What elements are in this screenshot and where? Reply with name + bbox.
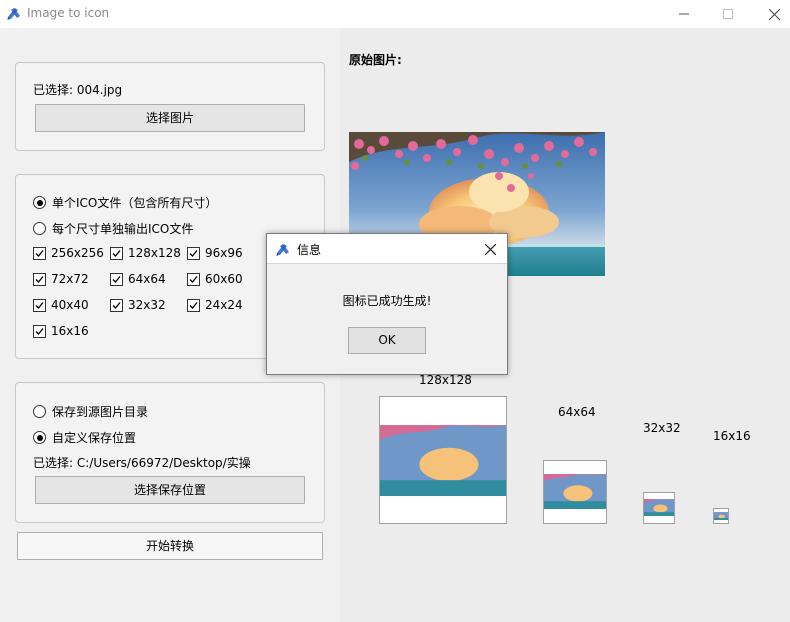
preview-thumbnail xyxy=(544,474,606,509)
original-image-title: 原始图片: xyxy=(349,53,402,67)
checkmark-icon xyxy=(189,275,198,283)
dialog-title-bar: 信息 xyxy=(267,234,507,264)
checkmark-icon xyxy=(35,275,44,283)
radio-indicator xyxy=(33,222,46,235)
radio-single-ico-label: 单个ICO文件（包含所有尺寸） xyxy=(52,196,218,210)
title-bar: Image to icon xyxy=(0,0,790,28)
checkbox-indicator xyxy=(110,246,123,260)
radio-single-ico[interactable]: 单个ICO文件（包含所有尺寸） xyxy=(33,194,217,211)
ok-button[interactable]: OK xyxy=(348,327,426,354)
source-image-group: 已选择: 004.jpg 选择图片 xyxy=(15,62,325,151)
size-checkbox-16[interactable]: 16x16 xyxy=(33,324,89,338)
radio-save-custom[interactable]: 自定义保存位置 xyxy=(33,429,136,446)
size-checkbox-72[interactable]: 72x72 xyxy=(33,272,89,286)
select-save-location-button[interactable]: 选择保存位置 xyxy=(35,476,305,504)
select-image-button[interactable]: 选择图片 xyxy=(35,104,305,132)
selected-path-label: 已选择: C:/Users/66972/Desktop/实操 xyxy=(33,456,251,470)
size-checkbox-96[interactable]: 96x96 xyxy=(187,246,243,260)
preview-label-64: 64x64 xyxy=(558,405,596,419)
size-label: 24x24 xyxy=(205,298,243,312)
checkmark-icon xyxy=(189,249,198,257)
radio-separate-ico-label: 每个尺寸单独输出ICO文件 xyxy=(52,222,194,236)
preview-thumbnail xyxy=(644,499,674,516)
checkbox-indicator xyxy=(110,272,123,286)
checkmark-icon xyxy=(112,275,121,283)
preview-thumbnail xyxy=(714,512,728,520)
size-checkbox-60[interactable]: 60x60 xyxy=(187,272,243,286)
close-icon xyxy=(484,243,496,255)
radio-separate-ico[interactable]: 每个尺寸单独输出ICO文件 xyxy=(33,220,193,237)
checkbox-indicator xyxy=(33,298,46,312)
size-checkbox-24[interactable]: 24x24 xyxy=(187,298,243,312)
checkmark-icon xyxy=(112,301,121,309)
size-label: 40x40 xyxy=(51,298,89,312)
dialog-title: 信息 xyxy=(297,243,322,257)
preview-128 xyxy=(379,396,507,524)
checkbox-indicator xyxy=(33,272,46,286)
size-label: 16x16 xyxy=(51,324,89,338)
pen-ruler-icon xyxy=(276,244,289,256)
checkbox-indicator xyxy=(110,298,123,312)
checkbox-indicator xyxy=(187,298,200,312)
radio-save-custom-label: 自定义保存位置 xyxy=(52,431,137,445)
checkbox-indicator xyxy=(33,324,46,338)
size-checkbox-64[interactable]: 64x64 xyxy=(110,272,166,286)
selected-image-label: 已选择: 004.jpg xyxy=(33,83,123,97)
size-checkbox-32[interactable]: 32x32 xyxy=(110,298,166,312)
preview-64 xyxy=(543,460,607,524)
size-label: 32x32 xyxy=(128,298,166,312)
size-checkbox-128[interactable]: 128x128 xyxy=(110,246,181,260)
size-label: 128x128 xyxy=(128,246,181,260)
checkmark-icon xyxy=(35,249,44,257)
maximize-icon xyxy=(723,9,733,19)
info-dialog: 信息 图标已成功生成! OK xyxy=(266,233,508,375)
close-button[interactable] xyxy=(751,0,790,28)
minimize-icon xyxy=(679,13,689,15)
checkmark-icon xyxy=(189,301,198,309)
checkbox-indicator xyxy=(187,272,200,286)
radio-save-source-dir[interactable]: 保存到源图片目录 xyxy=(33,403,148,420)
size-label: 60x60 xyxy=(205,272,243,286)
preview-thumbnail xyxy=(380,425,506,496)
preview-32 xyxy=(643,492,675,524)
checkmark-icon xyxy=(112,249,121,257)
maximize-button[interactable] xyxy=(705,0,751,28)
start-convert-button[interactable]: 开始转换 xyxy=(17,532,323,560)
size-label: 256x256 xyxy=(51,246,104,260)
dialog-close-button[interactable] xyxy=(477,236,503,262)
minimize-button[interactable] xyxy=(661,0,707,28)
size-checkbox-40[interactable]: 40x40 xyxy=(33,298,89,312)
close-icon xyxy=(768,8,780,20)
checkmark-icon xyxy=(35,301,44,309)
size-checkbox-256[interactable]: 256x256 xyxy=(33,246,104,260)
dialog-message: 图标已成功生成! xyxy=(342,294,432,308)
pen-ruler-icon xyxy=(7,8,20,20)
checkmark-icon xyxy=(35,327,44,335)
checkbox-indicator xyxy=(187,246,200,260)
radio-save-source-dir-label: 保存到源图片目录 xyxy=(52,405,149,419)
size-label: 96x96 xyxy=(205,246,243,260)
preview-16 xyxy=(713,508,729,524)
preview-label-128: 128x128 xyxy=(419,373,472,387)
checkbox-indicator xyxy=(33,246,46,260)
radio-indicator xyxy=(33,405,46,418)
preview-label-16: 16x16 xyxy=(713,429,751,443)
size-label: 64x64 xyxy=(128,272,166,286)
radio-indicator xyxy=(33,196,46,209)
radio-indicator xyxy=(33,431,46,444)
preview-label-32: 32x32 xyxy=(643,421,681,435)
window-title: Image to icon xyxy=(27,6,110,20)
save-location-group: 保存到源图片目录 自定义保存位置 已选择: C:/Users/66972/Des… xyxy=(15,382,325,523)
size-label: 72x72 xyxy=(51,272,89,286)
